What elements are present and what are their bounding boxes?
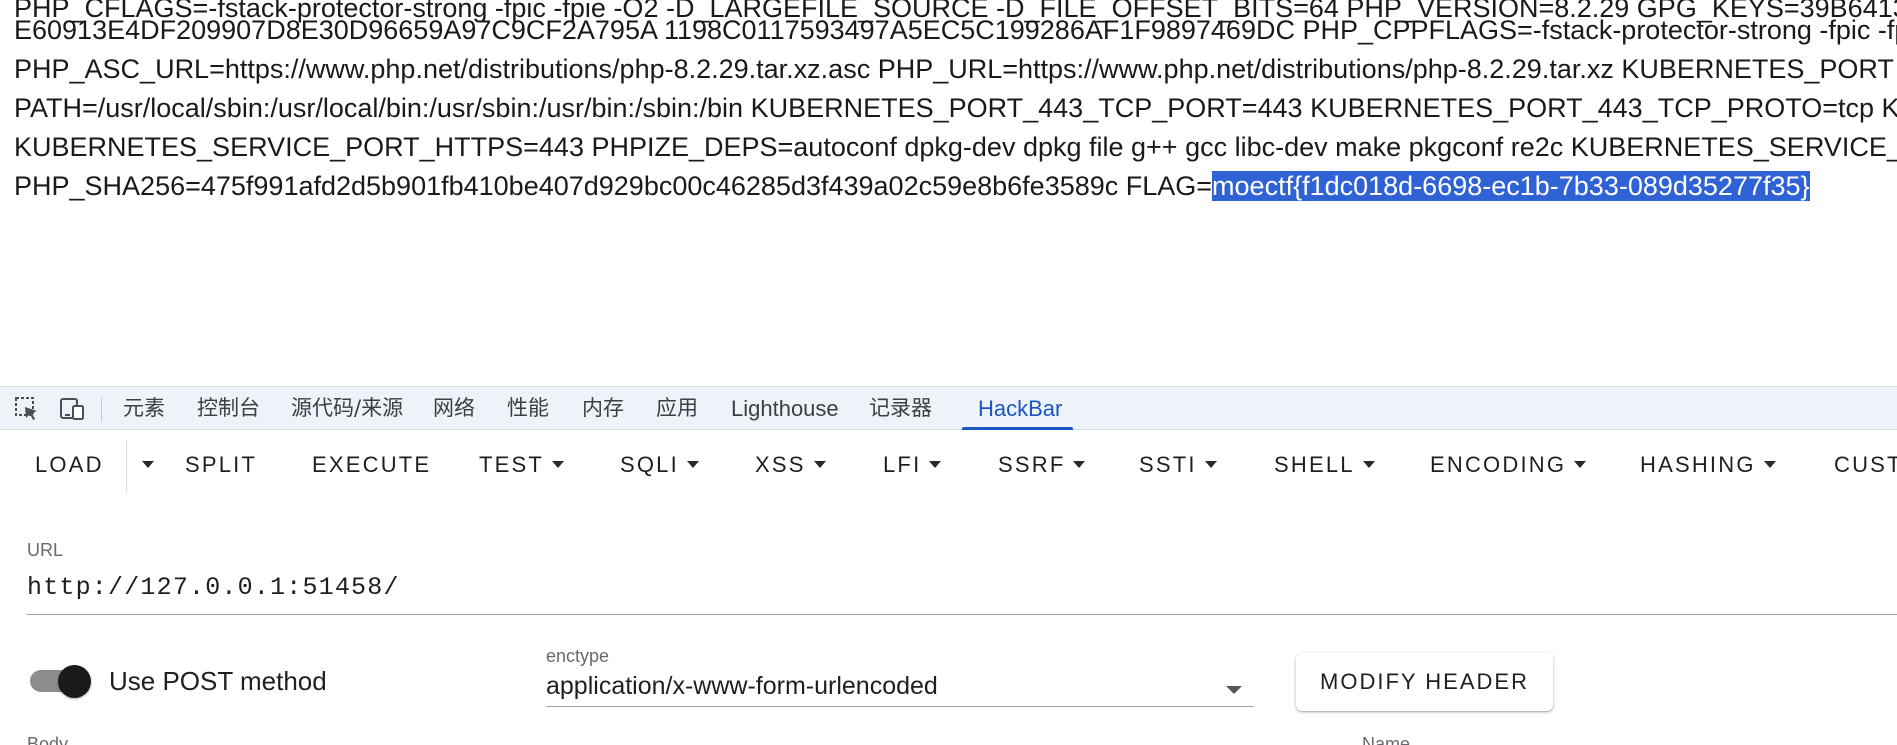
- tab-elements[interactable]: 元素: [123, 387, 165, 430]
- tab-application[interactable]: 应用: [656, 387, 698, 430]
- screen: PHP_CFLAGS=-fstack-protector-strong -fpi…: [0, 0, 1897, 745]
- chevron-down-icon: [1574, 460, 1587, 468]
- encoding-menu-label: ENCODING: [1430, 452, 1567, 477]
- inspect-element-icon[interactable]: [13, 395, 41, 423]
- xss-menu-label: XSS: [755, 452, 806, 477]
- lfi-menu-button[interactable]: LFI: [883, 445, 942, 485]
- env-line-5: KUBERNETES_SERVICE_PORT_HTTPS=443 PHPIZE…: [14, 132, 1897, 162]
- tabbar-separator: [101, 398, 102, 422]
- encoding-menu-button[interactable]: ENCODING: [1430, 445, 1587, 485]
- chevron-down-icon: [1073, 460, 1086, 468]
- tab-network[interactable]: 网络: [433, 387, 475, 430]
- ssrf-menu-label: SSRF: [998, 452, 1066, 477]
- url-underline: [27, 614, 1897, 615]
- enctype-underline: [546, 706, 1254, 707]
- post-method-label: Use POST method: [109, 666, 327, 696]
- chevron-down-icon: [686, 460, 699, 468]
- body-label: Body: [27, 734, 69, 745]
- env-line-4: PATH=/usr/local/sbin:/usr/local/bin:/usr…: [14, 93, 1897, 123]
- lfi-menu-label: LFI: [883, 452, 922, 477]
- url-input[interactable]: http://127.0.0.1:51458/: [27, 573, 400, 602]
- hackbar-toolbar: LOAD SPLIT EXECUTE TEST SQLI XSS LFI SSR…: [0, 430, 1897, 512]
- tab-console[interactable]: 控制台: [197, 387, 260, 430]
- test-menu-button[interactable]: TEST: [479, 445, 565, 485]
- tab-recorder[interactable]: 记录器: [869, 387, 932, 430]
- tab-memory[interactable]: 内存: [582, 387, 624, 430]
- device-toolbar-icon[interactable]: [58, 395, 86, 423]
- split-button[interactable]: SPLIT: [185, 445, 257, 485]
- ssti-menu-label: SSTI: [1139, 452, 1197, 477]
- name-label: Name: [1362, 734, 1411, 745]
- load-dropdown-button[interactable]: [134, 445, 154, 485]
- xss-menu-button[interactable]: XSS: [755, 445, 826, 485]
- shell-menu-label: SHELL: [1274, 452, 1355, 477]
- env-line-6: PHP_SHA256=475f991afd2d5b901fb410be407d9…: [14, 166, 1810, 206]
- tab-lighthouse[interactable]: Lighthouse: [731, 387, 839, 430]
- env-line-2: E60913E4DF209907D8E30D96659A97C9CF2A795A…: [14, 15, 1897, 45]
- ssti-menu-button[interactable]: SSTI: [1139, 445, 1217, 485]
- shell-menu-button[interactable]: SHELL: [1274, 445, 1375, 485]
- chevron-down-icon: [552, 460, 565, 468]
- devtools-tabbar: 元素 控制台 源代码/来源 网络 性能 内存 应用 Lighthouse 记录器…: [0, 386, 1897, 430]
- post-toggle-thumb[interactable]: [58, 665, 91, 698]
- chevron-down-icon: [1204, 460, 1217, 468]
- tab-sources[interactable]: 源代码/来源: [291, 387, 403, 430]
- sqli-menu-label: SQLI: [620, 452, 679, 477]
- hashing-menu-button[interactable]: HASHING: [1640, 445, 1776, 485]
- chevron-down-icon: [929, 460, 942, 468]
- sqli-menu-button[interactable]: SQLI: [620, 445, 699, 485]
- custom-menu-button[interactable]: CUST: [1834, 445, 1897, 485]
- url-label: URL: [27, 540, 64, 560]
- env-line-6-text: PHP_SHA256=475f991afd2d5b901fb410be407d9…: [14, 171, 1213, 201]
- load-button[interactable]: LOAD: [35, 445, 104, 485]
- chevron-down-icon: [1362, 460, 1375, 468]
- env-line-3: PHP_ASC_URL=https://www.php.net/distribu…: [14, 54, 1894, 84]
- enctype-select[interactable]: application/x-www-form-urlencoded: [546, 672, 938, 701]
- ssrf-menu-button[interactable]: SSRF: [998, 445, 1086, 485]
- execute-button[interactable]: EXECUTE: [312, 445, 431, 485]
- chevron-down-icon: [142, 460, 154, 468]
- modify-header-button[interactable]: MODIFY HEADER: [1296, 653, 1553, 711]
- enctype-label: enctype: [546, 646, 610, 666]
- chevron-down-icon: [813, 460, 826, 468]
- flag-selection[interactable]: moectf{f1dc018d-6698-ec1b-7b33-089d35277…: [1212, 171, 1810, 201]
- tab-hackbar[interactable]: HackBar: [978, 387, 1062, 430]
- page-output: PHP_CFLAGS=-fstack-protector-strong -fpi…: [0, 0, 1897, 386]
- chevron-down-icon[interactable]: [1226, 686, 1242, 694]
- hashing-menu-label: HASHING: [1640, 452, 1756, 477]
- load-divider: [126, 440, 127, 492]
- chevron-down-icon: [1763, 460, 1776, 468]
- test-menu-label: TEST: [479, 452, 545, 477]
- tab-performance[interactable]: 性能: [507, 387, 549, 430]
